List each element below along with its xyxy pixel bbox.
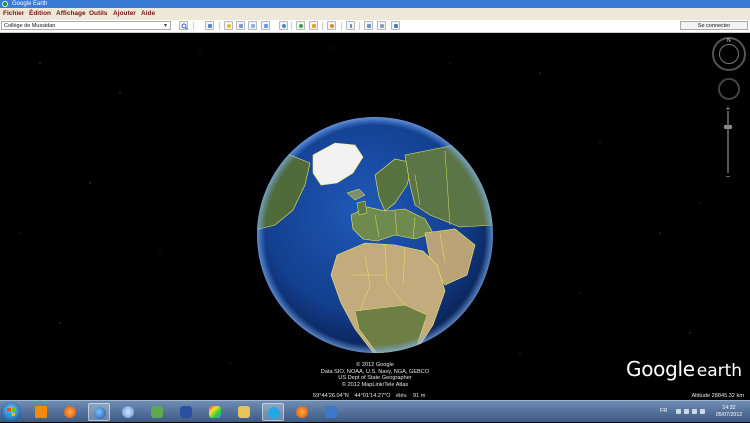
clock-date: 05/07/2012 [715,412,743,418]
search-button[interactable] [179,21,188,30]
historical-imagery-button[interactable] [296,21,305,30]
vlc-icon [35,406,47,418]
elevation-value: 91 m [412,393,426,399]
windows-icon [325,406,337,418]
look-joystick[interactable] [719,44,739,64]
path-icon [250,23,255,28]
image-overlay-icon [263,23,268,28]
planets-icon [329,23,334,28]
start-button[interactable] [1,402,21,422]
taskbar-firefox-2[interactable] [291,403,313,421]
taskbar-network[interactable] [146,403,168,421]
clock-time: 14:32 [722,405,736,411]
toolbar: Collège de Mussidan ▼ Se connecter [0,20,750,33]
tray-arrow-icon[interactable] [676,409,681,414]
polygon-icon [238,23,243,28]
volume-icon[interactable] [692,409,697,414]
itunes-icon [122,406,134,418]
menu-tools[interactable]: Outils [89,8,107,20]
record-tour-icon [281,23,286,28]
polygon-button[interactable] [236,21,245,30]
email-icon [366,23,371,28]
taskbar-vlc[interactable] [30,403,52,421]
menu-add[interactable]: Ajouter [113,8,136,20]
record-tour-button[interactable] [279,21,288,30]
sun-icon [311,23,316,28]
taskbar-skype[interactable] [262,403,284,421]
taskbar-firefox[interactable] [59,403,81,421]
search-value: Collège de Mussidan [4,23,56,29]
taskbar-google-earth[interactable] [88,403,110,421]
historical-imagery-icon [298,23,303,28]
taskbar: FR 14:32 05/07/2012 [0,400,750,422]
firefox-icon [296,406,308,418]
longitude: 44°01'14.27"O [354,393,391,399]
chevron-down-icon[interactable]: ▼ [163,22,168,29]
title-bar: Google Earth [0,0,750,8]
menu-view[interactable]: Affichage [56,8,86,20]
sun-button[interactable] [309,21,318,30]
skype-icon [268,407,280,419]
flag-tray-icon[interactable] [700,409,705,414]
compass-control[interactable]: N [712,37,746,71]
print-button[interactable] [377,21,386,30]
taskbar-windows-app[interactable] [320,403,342,421]
explorer-icon [238,406,250,418]
taskbar-paint[interactable] [204,403,226,421]
menu-help[interactable]: Aide [141,8,155,20]
placemark-button[interactable] [224,21,233,30]
latitude: 59°44'26.04"N [313,393,349,399]
ruler-button[interactable] [346,21,355,30]
pointer-coordinates: 59°44'26.04"N 44°01'14.27"O élév. 91 m [313,393,429,399]
credit-line: US Dept of State Geographer [338,375,412,382]
installer-icon [180,406,192,418]
windows-logo-icon [7,408,15,416]
taskbar-explorer[interactable] [233,403,255,421]
google-earth-icon [94,407,106,419]
taskbar-itunes[interactable] [117,403,139,421]
taskbar-installer[interactable] [175,403,197,421]
network-tray-icon[interactable] [684,409,689,414]
search-input[interactable]: Collège de Mussidan ▼ [1,21,171,30]
zoom-thumb[interactable] [724,125,732,129]
hide-sidebar-button[interactable] [205,21,214,30]
imagery-credits: © 2012 Google Data SIO, NOAA, U.S. Navy,… [280,362,470,388]
elevation-label: élév. [396,393,408,399]
language-indicator[interactable]: FR [660,408,667,414]
hide-sidebar-icon [207,23,212,28]
placemark-icon [226,23,231,28]
altitude-readout: Altitude 28845.32 km [691,393,744,399]
network-icon [151,406,163,418]
window-title: Google Earth [12,1,48,7]
system-tray: FR 14:32 05/07/2012 [652,401,750,423]
path-button[interactable] [248,21,257,30]
signin-button[interactable]: Se connecter [680,21,748,30]
image-overlay-button[interactable] [261,21,270,30]
paint-icon [209,406,221,418]
menu-edit[interactable]: Édition [29,8,51,20]
earth-viewport[interactable]: N + − © 2012 Google Data SIO, NOAA, U.S.… [0,33,750,400]
globe[interactable] [255,115,495,355]
system-clock[interactable]: 14:32 05/07/2012 [714,405,744,419]
credit-line: © 2012 MapLink/Tele Atlas [341,381,409,388]
credit-line: Data SIO, NOAA, U.S. Navy, NGA, GEBCO [320,368,430,375]
search-icon [181,23,188,30]
zoom-slider[interactable]: + − [722,105,734,181]
ruler-icon [350,23,352,28]
zoom-out-icon[interactable]: − [722,173,734,181]
firefox-icon [64,406,76,418]
google-earth-app-icon [2,1,8,7]
print-icon [379,23,384,28]
zoom-track [727,111,729,173]
move-joystick[interactable] [718,78,740,100]
view-in-maps-button[interactable] [391,21,400,30]
email-button[interactable] [364,21,373,30]
menu-file[interactable]: Fichier [3,8,24,20]
maps-icon [393,23,398,28]
planets-button[interactable] [327,21,336,30]
google-earth-logo: Google earth [626,357,743,381]
credit-line: © 2012 Google [356,362,394,368]
